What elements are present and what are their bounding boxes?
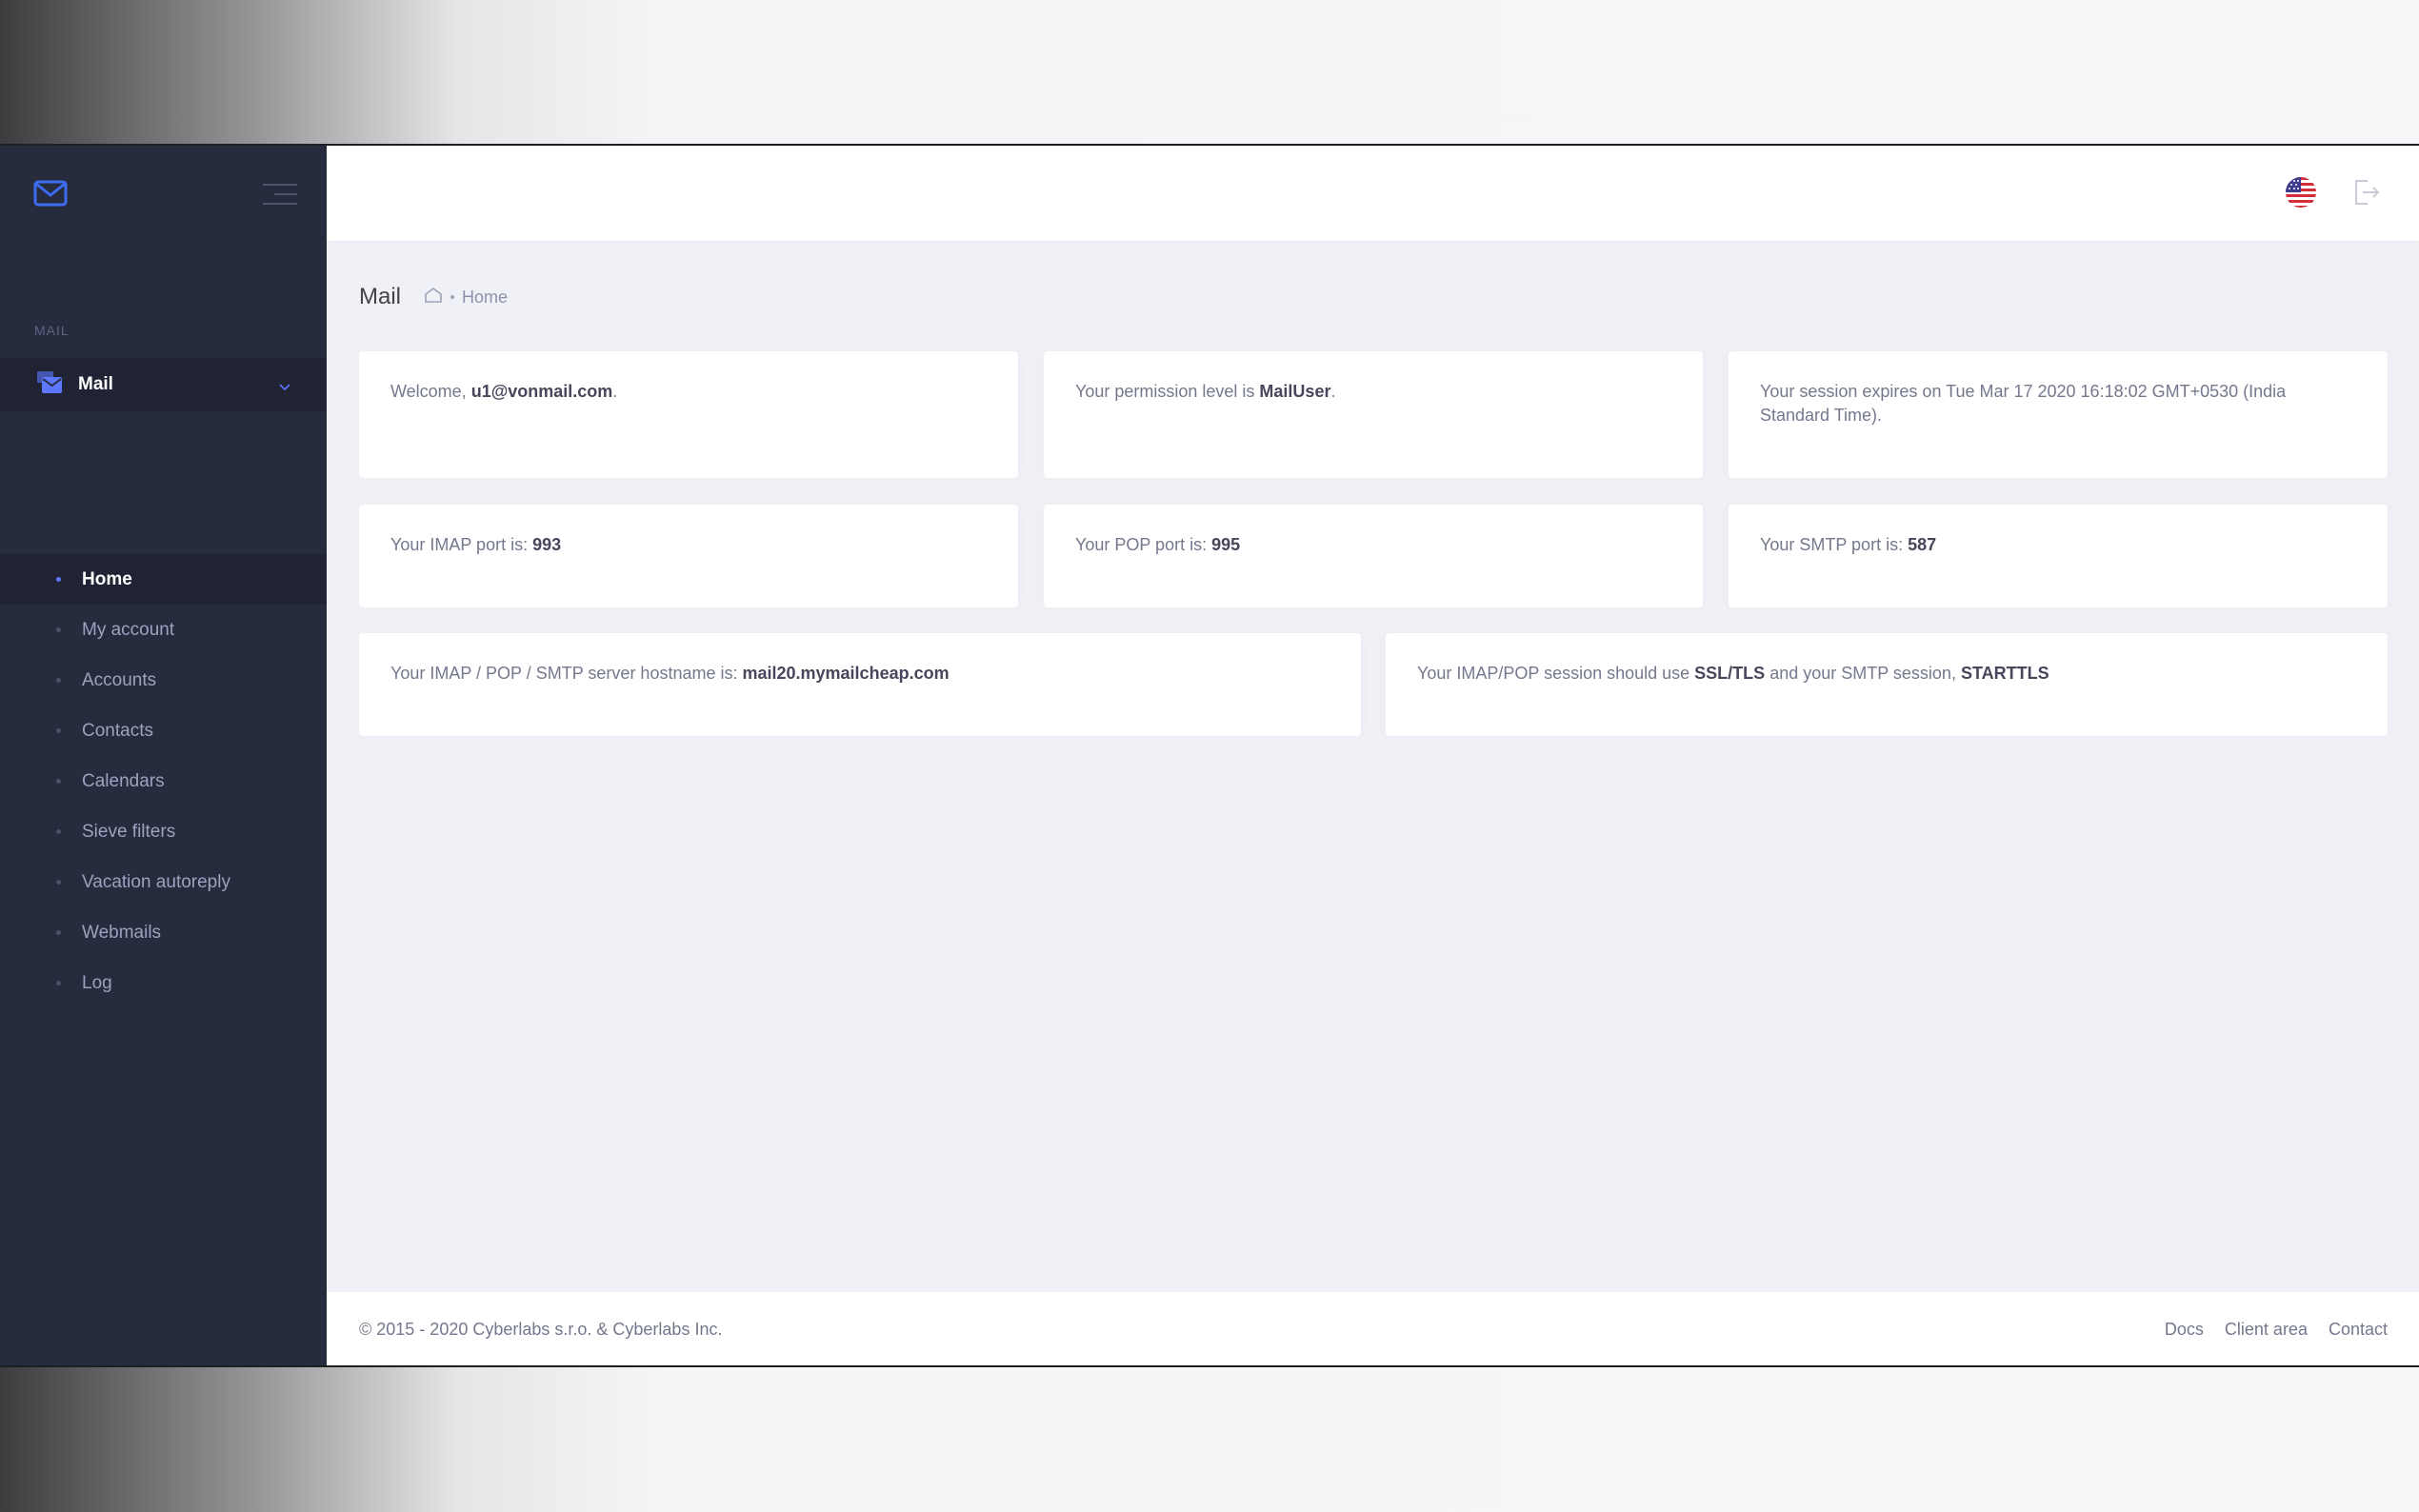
us-flag-icon[interactable] (2286, 177, 2316, 208)
sidebar-item-label: Mail (78, 374, 113, 394)
hostname-value: mail20.mymailcheap.com (742, 664, 950, 683)
permission-text: Your permission level is (1075, 382, 1260, 401)
envelope-icon[interactable] (33, 180, 68, 211)
imap-port-card: Your IMAP port is: 993 (359, 505, 1018, 607)
smtp-port-card: Your SMTP port is: 587 (1729, 505, 2388, 607)
sidebar-item-webmails[interactable]: Webmails (0, 907, 327, 958)
breadcrumb-separator (450, 295, 455, 299)
bullet-icon (56, 627, 61, 632)
sidebar-item-my-account[interactable]: My account (0, 605, 327, 655)
smtp-port-label: Your SMTP port is: (1760, 535, 1909, 554)
smtp-security: STARTTLS (1960, 664, 2049, 683)
sidebar: MAIL Mail Home My account Accounts Conta… (0, 146, 327, 1365)
footer: © 2015 - 2020 Cyberlabs s.r.o. & Cyberla… (327, 1292, 2419, 1365)
sidebar-item-mail[interactable]: Mail (0, 358, 327, 411)
sidebar-item-label: Webmails (82, 922, 162, 943)
welcome-text: Welcome, (390, 382, 471, 401)
security-card: Your IMAP/POP session should use SSL/TLS… (1386, 633, 2388, 736)
bullet-icon (56, 981, 61, 985)
session-expiry-text: Your session expires on Tue Mar 17 2020 … (1760, 382, 2287, 425)
smtp-port-value: 587 (1908, 535, 1937, 554)
bullet-icon (56, 880, 61, 885)
permission-card: Your permission level is MailUser. (1044, 351, 1703, 478)
imap-port-value: 993 (532, 535, 562, 554)
sidebar-item-sieve-filters[interactable]: Sieve filters (0, 806, 327, 857)
sidebar-item-accounts[interactable]: Accounts (0, 655, 327, 706)
sidebar-section-label: MAIL (34, 323, 70, 338)
permission-level: MailUser (1259, 382, 1331, 401)
security-label: Your IMAP/POP session should use (1417, 664, 1695, 683)
footer-link-client-area[interactable]: Client area (2225, 1320, 2308, 1340)
sidebar-item-label: Log (82, 972, 112, 993)
sidebar-item-contacts[interactable]: Contacts (0, 706, 327, 756)
punctuation: . (612, 382, 618, 401)
sidebar-item-label: Vacation autoreply (82, 871, 230, 892)
screen-letterbox-top (0, 0, 2419, 144)
sidebar-item-log[interactable]: Log (0, 958, 327, 1008)
hostname-label: Your IMAP / POP / SMTP server hostname i… (390, 664, 743, 683)
sidebar-item-calendars[interactable]: Calendars (0, 756, 327, 806)
chevron-down-icon[interactable] (279, 379, 290, 396)
sidebar-item-label: Sieve filters (82, 821, 176, 842)
hostname-card: Your IMAP / POP / SMTP server hostname i… (359, 633, 1361, 736)
imap-port-label: Your IMAP port is: (390, 535, 533, 554)
page-title: Mail (359, 284, 402, 309)
sidebar-item-label: My account (82, 619, 175, 640)
mail-stack-icon (36, 370, 63, 400)
sidebar-item-label: Contacts (82, 720, 153, 741)
footer-links: Docs Client area Contact (2165, 1320, 2388, 1340)
footer-link-contact[interactable]: Contact (2329, 1320, 2388, 1340)
punctuation: . (1330, 382, 1336, 401)
pop-port-card: Your POP port is: 995 (1044, 505, 1703, 607)
bullet-icon (56, 829, 61, 834)
user-email: u1@vonmail.com (470, 382, 613, 401)
bullet-icon (56, 930, 61, 935)
pop-port-value: 995 (1211, 535, 1241, 554)
sidebar-item-label: Calendars (82, 770, 165, 791)
session-card: Your session expires on Tue Mar 17 2020 … (1729, 351, 2388, 478)
bullet-icon (56, 779, 61, 784)
app-window: MAIL Mail Home My account Accounts Conta… (0, 144, 2419, 1367)
security-middle-text: and your SMTP session, (1765, 664, 1961, 683)
sidebar-item-label: Accounts (82, 669, 157, 690)
home-icon[interactable] (424, 287, 443, 308)
footer-link-docs[interactable]: Docs (2165, 1320, 2204, 1340)
bullet-icon (56, 728, 61, 733)
imap-pop-security: SSL/TLS (1694, 664, 1766, 683)
hamburger-icon[interactable] (263, 184, 297, 207)
bullet-icon (56, 577, 61, 582)
logout-icon[interactable] (2350, 177, 2381, 212)
sidebar-item-label: Home (82, 568, 132, 589)
sidebar-item-vacation-autoreply[interactable]: Vacation autoreply (0, 857, 327, 907)
bullet-icon (56, 678, 61, 683)
breadcrumb[interactable]: Home (462, 288, 508, 308)
pop-port-label: Your POP port is: (1075, 535, 1212, 554)
sidebar-item-home[interactable]: Home (0, 554, 327, 605)
copyright: © 2015 - 2020 Cyberlabs s.r.o. & Cyberla… (359, 1320, 723, 1339)
welcome-card: Welcome, u1@vonmail.com. (359, 351, 1018, 478)
subheader: Mail Home (359, 284, 508, 310)
screen-letterbox-bottom (0, 1367, 2419, 1512)
topbar (327, 146, 2419, 241)
